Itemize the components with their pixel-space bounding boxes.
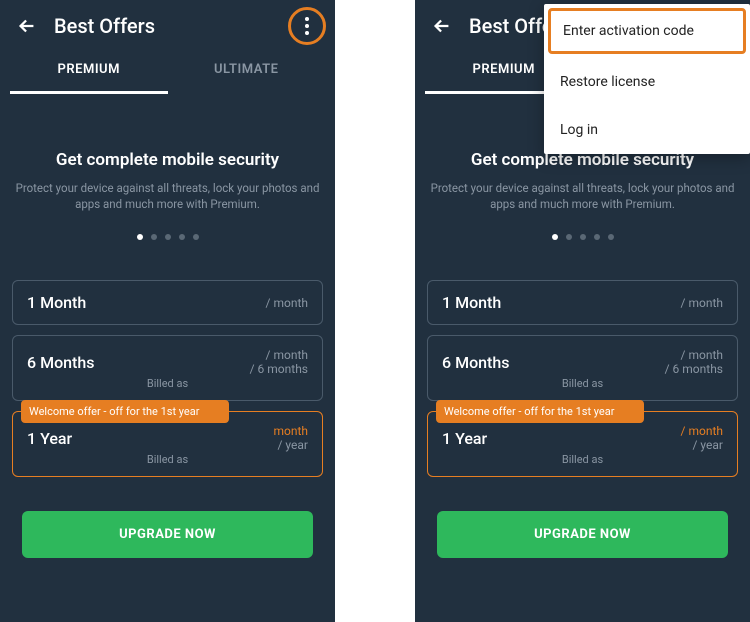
plan-billing: Billed as <box>147 453 188 466</box>
carousel-dot[interactable] <box>137 234 143 240</box>
tab-premium[interactable]: PREMIUM <box>10 48 168 94</box>
carousel-dot[interactable] <box>179 234 185 240</box>
tabs: PREMIUM ULTIMATE <box>0 48 335 94</box>
carousel-dot[interactable] <box>193 234 199 240</box>
headline: Get complete mobile security <box>16 150 319 170</box>
plan-price: / month / 6 months <box>665 348 723 376</box>
carousel-dots <box>415 234 750 240</box>
plan-name: 6 Months <box>27 353 95 372</box>
menu-item-restore[interactable]: Restore license <box>544 58 750 106</box>
plan-name: 1 Month <box>442 293 501 312</box>
plan-6-months[interactable]: 6 Months Billed as / month / 6 months <box>427 335 738 401</box>
plan-price: / month <box>266 296 308 310</box>
header: Best Offers <box>0 0 335 48</box>
upgrade-button[interactable]: UPGRADE NOW <box>22 511 313 558</box>
back-arrow-icon[interactable] <box>431 15 453 37</box>
plan-billing: Billed as <box>562 377 603 390</box>
plan-price: month / year <box>273 424 308 452</box>
plan-name: 1 Month <box>27 293 86 312</box>
carousel-dot[interactable] <box>552 234 558 240</box>
plan-name: 1 Year <box>442 429 487 448</box>
carousel-dot[interactable] <box>580 234 586 240</box>
page-title: Best Offers <box>54 14 295 38</box>
phone-left: Best Offers PREMIUM ULTIMATE Get complet… <box>0 0 335 622</box>
overflow-menu-icon[interactable] <box>295 14 319 38</box>
upgrade-button[interactable]: UPGRADE NOW <box>437 511 728 558</box>
plan-1-year[interactable]: Welcome offer - off for the 1st year 1 Y… <box>12 411 323 477</box>
welcome-offer-badge: Welcome offer - off for the 1st year <box>21 400 229 423</box>
plan-billing: Billed as <box>147 377 188 390</box>
plans-list: 1 Month / month 6 Months Billed as / mon… <box>0 280 335 477</box>
plan-6-months[interactable]: 6 Months Billed as / month / 6 months <box>12 335 323 401</box>
plan-price: / month / year <box>681 424 723 452</box>
menu-item-activation[interactable]: Enter activation code <box>548 8 746 54</box>
plan-1-year[interactable]: Welcome offer - off for the 1st year 1 Y… <box>427 411 738 477</box>
plan-price: / month <box>681 296 723 310</box>
carousel-dot[interactable] <box>151 234 157 240</box>
menu-item-login[interactable]: Log in <box>544 106 750 154</box>
overflow-menu: Enter activation code Restore license Lo… <box>544 4 750 154</box>
carousel-dot[interactable] <box>594 234 600 240</box>
tab-ultimate[interactable]: ULTIMATE <box>168 48 326 94</box>
plan-name: 6 Months <box>442 353 510 372</box>
carousel-dot[interactable] <box>566 234 572 240</box>
plan-1-month[interactable]: 1 Month / month <box>12 280 323 325</box>
plan-1-month[interactable]: 1 Month / month <box>427 280 738 325</box>
carousel-dots <box>0 234 335 240</box>
highlight-circle <box>288 7 326 45</box>
plan-billing: Billed as <box>562 453 603 466</box>
subtext: Protect your device against all threats,… <box>0 180 335 212</box>
plan-name: 1 Year <box>27 429 72 448</box>
carousel-dot[interactable] <box>608 234 614 240</box>
plan-price: / month / 6 months <box>250 348 308 376</box>
back-arrow-icon[interactable] <box>16 15 38 37</box>
subtext: Protect your device against all threats,… <box>415 180 750 212</box>
welcome-offer-badge: Welcome offer - off for the 1st year <box>436 400 644 423</box>
plans-list: 1 Month / month 6 Months Billed as / mon… <box>415 280 750 477</box>
carousel-dot[interactable] <box>165 234 171 240</box>
phone-right: Best Offers PREMIUM ULTIMATE Get complet… <box>415 0 750 622</box>
